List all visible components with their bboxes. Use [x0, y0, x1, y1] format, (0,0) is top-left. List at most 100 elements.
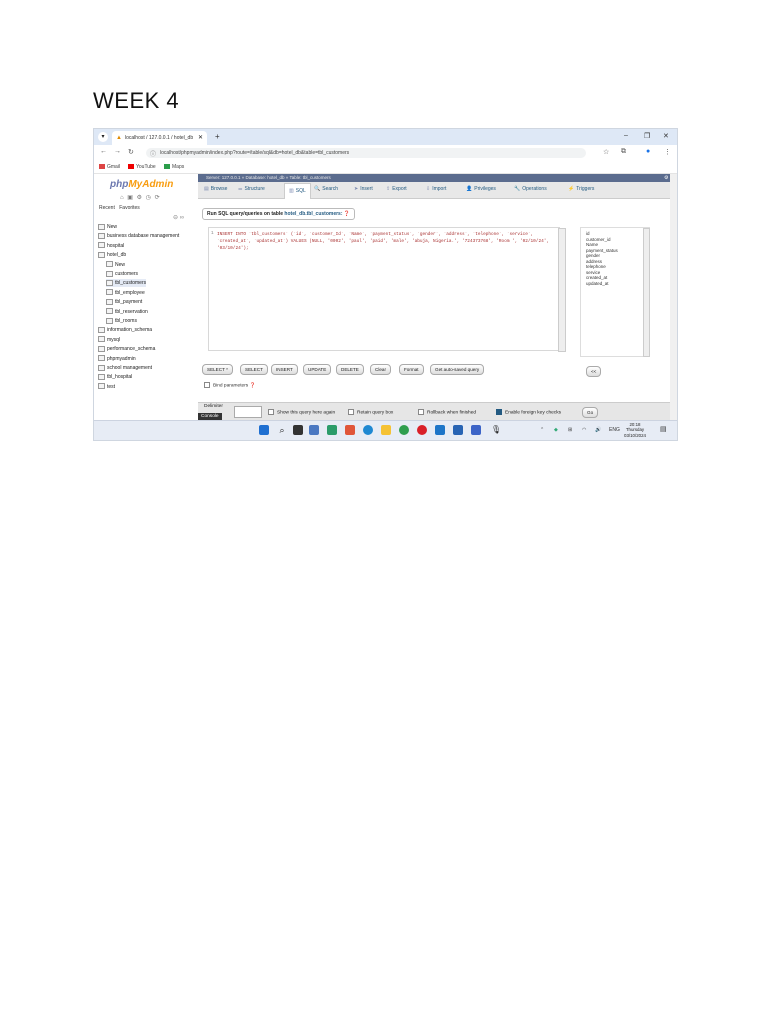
breadcrumb-text[interactable]: Server: 127.0.0.1 » Database: hotel_db »… [206, 175, 331, 180]
tree-item[interactable]: tbl_hospital [98, 373, 132, 381]
vscode-icon[interactable] [435, 425, 445, 435]
collapse-link-icon[interactable]: ⊖ ∞ [173, 214, 184, 221]
tree-item[interactable]: school management [98, 364, 152, 372]
tab-privileges[interactable]: 👤 Privileges [466, 186, 496, 192]
tab-structure[interactable]: ⚌ Structure [238, 186, 265, 192]
editor-scrollbar[interactable] [558, 228, 566, 352]
maximize-icon[interactable]: ❐ [644, 132, 650, 140]
close-tab-icon[interactable]: ✕ [198, 134, 203, 141]
tab-triggers[interactable]: ⚡ Triggers [568, 186, 594, 192]
pma-quick-icons[interactable]: ⌂ ▣ ⚙ ◷ ⟳ [120, 194, 161, 201]
retain-box-checkbox[interactable] [348, 409, 354, 415]
run-sql-table-link[interactable]: hotel_db.tbl_customers: [284, 211, 342, 217]
opera-icon[interactable] [417, 425, 427, 435]
tab-browse[interactable]: ▤ Browse [204, 186, 227, 192]
go-button[interactable]: Go [582, 407, 599, 418]
query-button[interactable]: INSERT [271, 364, 298, 375]
retain-box-option[interactable]: Retain query box [348, 409, 393, 415]
tray-volume-icon[interactable]: 🔊 [595, 427, 601, 433]
windows-start-icon[interactable] [259, 425, 269, 435]
bind-parameters-checkbox[interactable] [204, 382, 210, 388]
forward-arrow-icon[interactable]: → [114, 148, 121, 155]
tree-item[interactable]: phpmyadmin [98, 355, 136, 363]
notes-icon[interactable] [471, 425, 481, 435]
tree-item[interactable]: New [106, 261, 125, 269]
tree-item[interactable]: business database management [98, 232, 179, 240]
tray-network-icon[interactable]: ⊞ [568, 427, 572, 433]
tab-sql[interactable]: ▥ SQL [284, 183, 311, 199]
tree-item[interactable]: tbl_reservation [106, 308, 148, 316]
tray-chevron-icon[interactable]: ⌃ [540, 427, 544, 433]
foreign-key-checkbox[interactable] [496, 409, 502, 415]
bind-parameters[interactable]: Bind parameters ❓ [204, 382, 256, 388]
query-button[interactable]: Format [399, 364, 424, 375]
foreign-key-option[interactable]: Enable foreign key checks [496, 409, 561, 415]
tree-item[interactable]: tbl_payment [106, 298, 142, 306]
minimize-icon[interactable]: – [624, 132, 628, 139]
browser-tab[interactable]: ▲ localhost / 127.0.0.1 / hotel_db ✕ [112, 131, 207, 145]
favorites-tab[interactable]: Favorites [119, 205, 140, 211]
tree-item[interactable]: test [98, 383, 115, 391]
back-arrow-icon[interactable]: ← [100, 148, 107, 155]
query-button[interactable]: Get auto-saved query [430, 364, 485, 375]
chrome-icon[interactable] [399, 425, 409, 435]
delimiter-input[interactable] [234, 406, 262, 418]
notifications-icon[interactable]: ▤ [660, 425, 667, 433]
recent-tab[interactable]: Recent [99, 205, 115, 211]
tab-search-icon[interactable]: ▾ [98, 132, 108, 142]
close-window-icon[interactable]: ✕ [663, 132, 669, 140]
chat-icon[interactable] [327, 425, 337, 435]
columns-list-box[interactable]: id customer_id Name payment_status gender add… [580, 227, 650, 357]
office-icon[interactable] [345, 425, 355, 435]
tab-search[interactable]: 🔍 Search [314, 186, 338, 192]
phpmyadmin-logo[interactable]: phpMyAdmin [110, 179, 173, 190]
reload-icon[interactable]: ↻ [128, 148, 134, 156]
bookmark-star-icon[interactable]: ☆ [603, 148, 609, 156]
store-icon[interactable] [453, 425, 463, 435]
query-button[interactable]: Clear [370, 364, 391, 375]
edge-icon[interactable] [363, 425, 373, 435]
query-button[interactable]: SELECT * [202, 364, 233, 375]
tree-item[interactable]: performance_schema [98, 345, 155, 353]
tree-item[interactable]: tbl_employee [106, 289, 145, 297]
tree-item[interactable]: New [98, 223, 117, 231]
taskbar-clock[interactable]: 20:18 Thursday 03/10/2024 [624, 422, 646, 438]
tray-wifi-icon[interactable]: ◠ [582, 427, 586, 433]
query-button[interactable]: DELETE [336, 364, 364, 375]
url-input[interactable]: ⓘ localhost/phpmyadmin/index.php?route=/… [146, 148, 586, 158]
tab-operations[interactable]: 🔧 Operations [514, 186, 547, 192]
column-option[interactable]: updated_at [586, 281, 618, 287]
show-again-option[interactable]: Show this query here again [268, 409, 335, 415]
insert-column-button[interactable]: << [586, 366, 602, 377]
task-view-icon[interactable] [293, 425, 303, 435]
query-button[interactable]: SELECT [240, 364, 268, 375]
bind-help-icon[interactable]: ❓ [250, 383, 256, 388]
extensions-icon[interactable]: ⧉ [621, 148, 626, 156]
show-again-checkbox[interactable] [268, 409, 274, 415]
site-info-icon[interactable]: ⓘ [150, 149, 156, 158]
widgets-icon[interactable] [309, 425, 319, 435]
file-explorer-icon[interactable] [381, 425, 391, 435]
bookmark-gmail[interactable]: Gmail [99, 164, 120, 170]
columns-scrollbar[interactable] [643, 228, 650, 357]
browser-menu-icon[interactable]: ⋮ [664, 148, 671, 156]
rollback-option[interactable]: Rollback when finished [418, 409, 476, 415]
query-button[interactable]: UPDATE [303, 364, 332, 375]
bookmark-youtube[interactable]: YouTube [128, 164, 156, 170]
tab-export[interactable]: ⇪ Export [386, 186, 407, 192]
tray-app-icon[interactable]: ◆ [554, 427, 558, 433]
bookmark-maps[interactable]: Maps [164, 164, 184, 170]
tab-insert[interactable]: ➤ Insert [354, 186, 373, 192]
tree-item[interactable]: tbl_customers [106, 279, 147, 288]
tree-item[interactable]: hospital [98, 242, 124, 250]
page-scrollbar[interactable] [670, 174, 677, 420]
tab-import[interactable]: ⇩ Import [426, 186, 446, 192]
rollback-checkbox[interactable] [418, 409, 424, 415]
tree-item[interactable]: tbl_rooms [106, 317, 137, 325]
tree-item[interactable]: information_schema [98, 326, 152, 334]
help-icon[interactable]: ❓ [344, 211, 350, 217]
new-tab-button[interactable]: + [215, 132, 220, 141]
tree-item[interactable]: mysql [98, 336, 120, 344]
tree-item[interactable]: hotel_db [98, 251, 126, 259]
tree-item[interactable]: customers [106, 270, 138, 278]
